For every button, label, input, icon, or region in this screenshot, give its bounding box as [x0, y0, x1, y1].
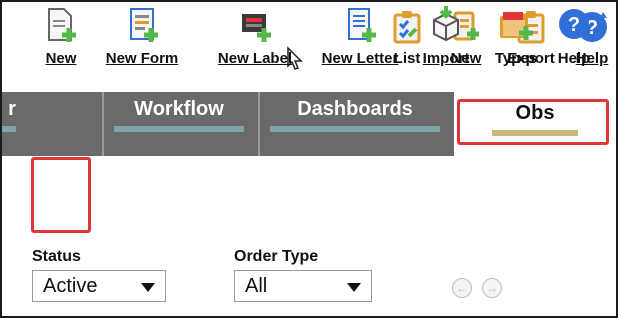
tab-dashboards-label: Dashboards [297, 98, 413, 120]
import-box-icon [416, 6, 476, 48]
new-letter-label: New Letter [321, 50, 399, 67]
order-type-select[interactable]: All [234, 270, 372, 302]
status-value: Active [43, 275, 98, 297]
action-help-label: Help [557, 50, 591, 67]
chevron-down-icon [141, 283, 155, 292]
types-folder-icon [484, 6, 548, 48]
new-document-icon [36, 6, 86, 48]
new-label: New [45, 50, 77, 67]
tab-indicator [270, 126, 440, 132]
tab-workflow-label: Workflow [134, 98, 224, 120]
new-label-label: New Label [217, 50, 293, 67]
new-button[interactable]: New [36, 6, 86, 67]
tab-workflow[interactable]: Workflow [102, 92, 254, 156]
new-form-button[interactable]: New Form [99, 6, 185, 67]
new-letter-button[interactable]: New Letter [311, 6, 409, 67]
action-help-button[interactable]: ? Help [554, 6, 594, 67]
obs-tab-highlight [457, 99, 609, 145]
import-label: Import [422, 50, 470, 67]
new-button-highlight [31, 157, 91, 233]
filter-row: Status Active Order Type All ← → [2, 242, 616, 312]
help-icon: ? [554, 6, 594, 48]
tab-indicator [114, 126, 244, 132]
chevron-down-icon [347, 283, 361, 292]
next-arrow-icon[interactable]: → [482, 278, 502, 298]
import-button[interactable]: Import [416, 6, 476, 67]
types-button[interactable]: Types [484, 6, 548, 67]
tab-partial[interactable]: r [2, 92, 22, 156]
previous-arrow-icon[interactable]: ← [452, 278, 472, 298]
order-type-label: Order Type [234, 248, 319, 265]
order-type-value: All [245, 275, 268, 297]
status-label: Status [32, 248, 81, 265]
new-label-icon [207, 6, 303, 48]
new-letter-icon [311, 6, 409, 48]
status-select[interactable]: Active [32, 270, 166, 302]
tab-indicator [2, 126, 16, 132]
app-window: List New Export ? Help r Workflow Dashbo… [0, 0, 618, 318]
new-form-label: New Form [105, 50, 179, 67]
svg-text:?: ? [568, 14, 580, 36]
tab-partial-label: r [8, 98, 16, 120]
tab-dashboards[interactable]: Dashboards [258, 92, 450, 156]
new-label-button[interactable]: New Label [207, 6, 303, 67]
types-label: Types [494, 50, 538, 67]
new-form-icon [99, 6, 185, 48]
